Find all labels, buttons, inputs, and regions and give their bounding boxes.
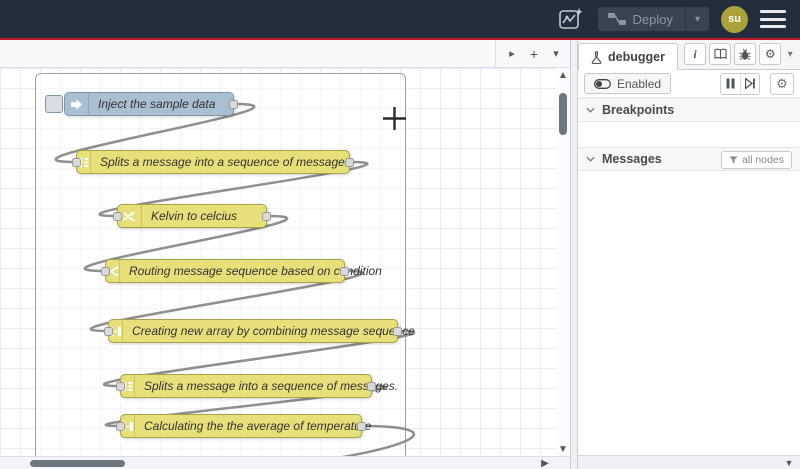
breakpoints-title: Breakpoints xyxy=(602,103,675,117)
gear-icon: ⚙ xyxy=(776,75,788,91)
pause-icon xyxy=(726,78,735,89)
main-menu-button[interactable] xyxy=(760,10,786,28)
scroll-up-icon[interactable]: ▲ xyxy=(556,68,570,82)
node-join-1[interactable]: Creating new array by combining message … xyxy=(104,319,415,343)
tab-info-button[interactable]: i xyxy=(683,43,707,65)
inject-trigger-button[interactable] xyxy=(45,95,63,113)
horizontal-scroll-thumb[interactable] xyxy=(30,460,125,467)
input-port[interactable] xyxy=(116,382,125,391)
debugger-toolbar: Enabled ⚙ xyxy=(578,70,800,98)
canvas-horizontal-scrollbar[interactable]: ▶ xyxy=(0,456,570,469)
chevron-down-icon: ▾ xyxy=(694,13,701,25)
tab-config-button[interactable]: ⚙ xyxy=(759,43,782,65)
node-label: Splits a message into a sequence of mess… xyxy=(100,155,355,169)
node-join-2[interactable]: Calculating the the average of temperatu… xyxy=(116,414,371,438)
flow-canvas[interactable]: Inject the sample data Splits a message … xyxy=(0,68,570,469)
toggle-icon xyxy=(594,78,611,89)
add-flow-button[interactable]: + xyxy=(524,44,544,64)
flow-export-button[interactable] xyxy=(556,6,586,32)
tab-help-button[interactable] xyxy=(709,43,732,65)
input-port[interactable] xyxy=(104,327,113,336)
deploy-button[interactable]: Deploy ▾ xyxy=(597,7,709,31)
workspace: ▸ + ▾ Inject the sample data Splits a me… xyxy=(0,40,570,469)
messages-title: Messages xyxy=(602,152,662,166)
tab-label: debugger xyxy=(608,50,665,64)
scroll-tabs-right-button[interactable]: ▸ xyxy=(502,44,522,64)
input-port[interactable] xyxy=(116,422,125,431)
debugger-flask-icon xyxy=(591,50,602,64)
node-label: Creating new array by combining message … xyxy=(132,324,415,338)
canvas-vertical-scrollbar[interactable]: ▲ ▼ xyxy=(556,68,570,456)
messages-list xyxy=(578,171,800,455)
node-label: Routing message sequence based on condit… xyxy=(129,264,382,278)
gear-icon: ⚙ xyxy=(764,47,776,61)
scroll-down-icon[interactable]: ▼ xyxy=(782,456,796,469)
flow-chart-sparkle-icon xyxy=(558,8,583,29)
output-port[interactable] xyxy=(262,212,271,221)
debugger-settings-button[interactable]: ⚙ xyxy=(770,72,794,95)
node-split-1[interactable]: Splits a message into a sequence of mess… xyxy=(72,150,354,174)
sidebar-splitter[interactable] xyxy=(570,40,578,469)
chevron-down-icon xyxy=(586,107,595,113)
enabled-label: Enabled xyxy=(617,76,662,91)
sidebar-tab-bar: debugger i ⚙ ▾ xyxy=(578,40,800,70)
debugger-enabled-toggle[interactable]: Enabled xyxy=(584,73,672,94)
filter-funnel-icon xyxy=(729,156,738,164)
chevron-down-icon: ▾ xyxy=(787,48,793,60)
hamburger-icon xyxy=(760,10,786,13)
node-inject[interactable]: Inject the sample data xyxy=(64,92,238,116)
chevron-down-icon xyxy=(586,156,595,162)
node-red-app: Deploy ▾ su ▸ + ▾ Inject the sample data… xyxy=(0,0,800,469)
sidebar: debugger i ⚙ ▾ Enabled ⚙ Breakpoints Mes… xyxy=(578,40,800,469)
deploy-icon xyxy=(607,13,626,25)
sidebar-tab-list-button[interactable]: ▾ xyxy=(784,43,796,65)
deploy-button-main[interactable]: Deploy xyxy=(598,7,685,31)
pause-button[interactable] xyxy=(721,73,740,94)
flow-tab-controls: ▸ + ▾ xyxy=(495,40,566,67)
output-port[interactable] xyxy=(345,158,354,167)
tab-debugger[interactable]: debugger xyxy=(578,43,678,70)
input-port[interactable] xyxy=(113,212,122,221)
filter-label: all nodes xyxy=(741,154,784,166)
bug-icon xyxy=(739,48,751,60)
output-port[interactable] xyxy=(229,100,238,109)
user-avatar[interactable]: su xyxy=(721,5,748,33)
output-port[interactable] xyxy=(393,327,402,336)
inject-arrow-icon xyxy=(65,93,89,115)
info-icon: i xyxy=(693,46,697,61)
breakpoints-section-header[interactable]: Breakpoints xyxy=(578,98,800,122)
header-bar: Deploy ▾ su xyxy=(0,0,800,38)
node-switch[interactable]: Routing message sequence based on condit… xyxy=(101,259,382,283)
flow-list-button[interactable]: ▾ xyxy=(546,44,566,64)
flow-tab-bar: ▸ + ▾ xyxy=(0,40,570,68)
deploy-label: Deploy xyxy=(632,11,673,27)
step-button[interactable] xyxy=(740,73,759,94)
output-port[interactable] xyxy=(340,267,349,276)
node-label: Kelvin to celcius xyxy=(151,209,238,223)
node-split-2[interactable]: Splits a message into a sequence of mess… xyxy=(116,374,398,398)
vertical-scroll-thumb[interactable] xyxy=(559,93,567,135)
scroll-right-icon[interactable]: ▶ xyxy=(538,456,552,469)
input-port[interactable] xyxy=(72,158,81,167)
scroll-down-icon[interactable]: ▼ xyxy=(556,442,570,456)
node-label: Calculating the the average of temperatu… xyxy=(144,419,372,433)
step-icon xyxy=(745,78,755,89)
deploy-options-button[interactable]: ▾ xyxy=(685,7,709,31)
input-port[interactable] xyxy=(101,267,110,276)
message-filter-button[interactable]: all nodes xyxy=(720,151,792,169)
tab-debug-messages-button[interactable] xyxy=(734,43,757,65)
avatar-initials: su xyxy=(728,13,741,25)
sidebar-footer: ▼ xyxy=(578,455,800,469)
node-change[interactable]: Kelvin to celcius xyxy=(113,204,271,228)
output-port[interactable] xyxy=(367,382,376,391)
crosshair-cursor-icon xyxy=(383,107,406,130)
breakpoints-list xyxy=(578,122,800,147)
messages-section-header[interactable]: Messages all nodes xyxy=(578,147,800,171)
node-label: Inject the sample data xyxy=(98,97,216,111)
book-icon xyxy=(713,48,727,60)
output-port[interactable] xyxy=(357,422,366,431)
debugger-step-controls xyxy=(720,72,760,95)
